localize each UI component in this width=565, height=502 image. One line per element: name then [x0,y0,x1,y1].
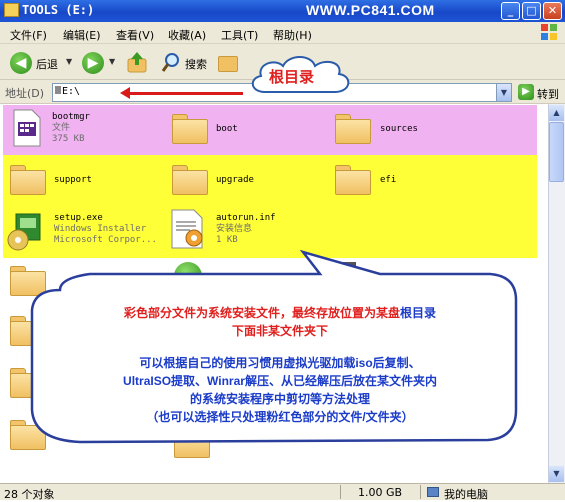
scroll-down-icon[interactable]: ▼ [549,466,564,482]
scroll-thumb[interactable] [549,122,564,182]
close-button[interactable]: ✕ [543,2,562,20]
menu-view[interactable]: 查看(V) [116,27,154,43]
forward-dropdown-icon[interactable]: ▼ [109,57,115,66]
file-name-sources[interactable]: sources [380,124,418,134]
status-total-size: 1.00 GB [358,486,403,499]
file-company-setup: Microsoft Corpor... [54,235,157,245]
windows-logo-icon [541,24,557,40]
bubble-line-4: UltraISO提取、Winrar解压、从已经解压后放在某文件夹内 [123,374,437,388]
setup-installer-icon[interactable] [6,210,46,252]
back-button-label[interactable]: 后退 [36,56,58,72]
maximize-button[interactable]: □ [522,2,541,20]
file-size-autorun: 1 KB [216,235,238,245]
menu-help[interactable]: 帮助(H) [273,27,312,43]
bubble-line-1-part-1: 彩色部分文件为系统安装文件，最终存放位置为某盘 [123,306,400,320]
bubble-line-3: 可以根据自己的使用习惯用虚拟光驱加载iso后复制、 [139,356,421,370]
bootmgr-file-icon[interactable] [12,108,42,148]
bubble-line-1-part-2: 根目录 [400,306,437,320]
file-type-bootmgr: 文件 [52,123,71,133]
folder-icon[interactable] [172,165,208,195]
bubble-line-1: 彩色部分文件为系统安装文件，最终存放位置为某盘根目录 [60,304,500,321]
bubble-line-5: 的系统安装程序中剪切等方法处理 [189,392,370,406]
folders-icon[interactable] [218,52,238,72]
my-computer-icon [427,487,439,497]
file-name-efi[interactable]: efi [380,175,396,185]
window-title: TOOLS (E:) [22,3,95,17]
red-arrow-head-icon [120,87,130,99]
menu-favorites[interactable]: 收藏(A) [168,27,206,43]
search-icon[interactable] [160,50,182,74]
scroll-up-icon[interactable]: ▲ [549,105,564,121]
folder-icon[interactable] [335,165,371,195]
search-button-label[interactable]: 搜索 [185,56,207,72]
drive-icon [55,86,61,94]
file-name-upgrade[interactable]: upgrade [216,175,254,185]
address-value[interactable]: E:\ [62,86,80,97]
bubble-line-6: （也可以选择性只处理粉红色部分的文件/文件夹） [146,410,414,424]
go-arrow-icon[interactable]: ▶ [518,84,534,100]
root-directory-label: 根目录 [269,68,315,86]
folder-icon[interactable] [172,114,208,144]
file-type-setup: Windows Installer [54,224,147,234]
bubble-line-2: 下面非某文件夹下 [231,324,328,338]
file-name-bootmgr[interactable]: bootmgr [52,112,90,122]
go-button-label[interactable]: 转到 [537,86,559,102]
file-size-bootmgr: 375 KB [52,134,85,144]
folder-icon[interactable] [335,114,371,144]
file-name-setup[interactable]: setup.exe [54,213,103,223]
menu-file[interactable]: 文件(F) [10,27,47,43]
minimize-button[interactable]: _ [501,2,520,20]
up-folder-icon[interactable] [126,50,148,74]
file-name-autorun[interactable]: autorun.inf [216,213,276,223]
menu-edit[interactable]: 编辑(E) [63,27,101,43]
site-watermark: WWW.PC841.COM [306,2,435,18]
address-dropdown-icon[interactable]: ▼ [496,84,511,101]
menu-tools[interactable]: 工具(T) [221,27,258,43]
address-label: 地址(D) [5,87,45,100]
status-divider [420,485,421,499]
file-name-boot[interactable]: boot [216,124,238,134]
red-arrow-line [128,92,243,95]
forward-arrow-icon[interactable]: ▶ [82,52,104,74]
status-divider [340,485,341,499]
back-dropdown-icon[interactable]: ▼ [66,57,72,66]
file-type-autorun: 安装信息 [216,224,253,234]
back-arrow-icon[interactable]: ◀ [10,52,32,74]
autorun-settings-icon[interactable] [168,208,208,250]
file-name-support[interactable]: support [54,175,92,185]
folder-icon [4,3,19,17]
folder-icon[interactable] [10,165,46,195]
